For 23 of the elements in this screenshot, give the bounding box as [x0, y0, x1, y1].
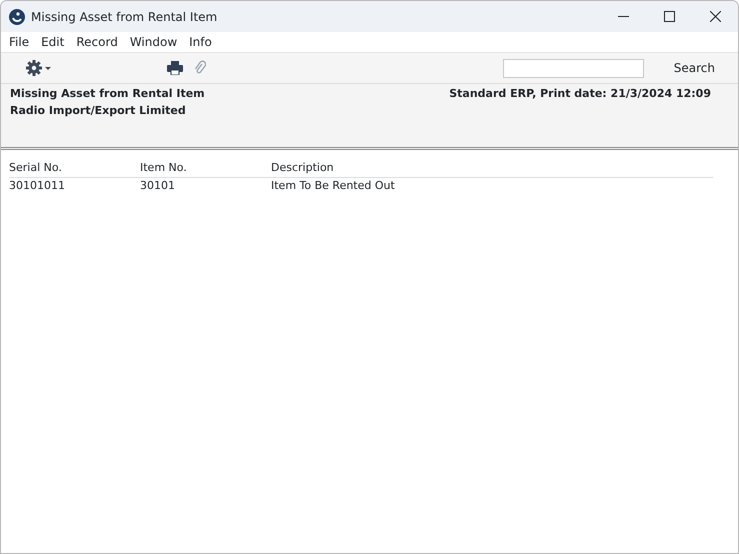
printer-icon[interactable] — [167, 61, 183, 75]
search-field[interactable] — [502, 58, 644, 78]
settings-icon[interactable] — [26, 60, 52, 76]
search-button[interactable]: Search — [672, 58, 716, 78]
table-cell-text: Item To Be Rented Out — [271, 178, 396, 194]
report-title: Missing Asset from Rental Item — [10, 86, 205, 102]
menu-item[interactable]: File — [3, 33, 36, 51]
maximize-icon — [664, 11, 674, 22]
close-icon — [710, 11, 720, 22]
paperclip-icon[interactable] — [194, 60, 206, 76]
menu-item[interactable]: Record — [70, 33, 124, 51]
menu-item[interactable]: Edit — [35, 33, 70, 51]
print-info: Standard ERP, Print date: 21/3/2024 12:09 — [449, 86, 711, 102]
column-header: Description — [271, 160, 335, 176]
window-title: Missing Asset from Rental Item — [31, 8, 218, 26]
menu-item[interactable]: Window — [124, 33, 184, 51]
table-cell-text: 30101011 — [9, 178, 66, 194]
app-logo-icon — [9, 8, 25, 24]
menu-item[interactable]: Info — [183, 33, 218, 51]
column-header: Serial No. — [9, 160, 63, 176]
column-header: Item No. — [140, 160, 188, 176]
company-name: Radio Import/Export Limited — [10, 102, 187, 118]
table-cell-text: 30101 — [140, 178, 176, 194]
